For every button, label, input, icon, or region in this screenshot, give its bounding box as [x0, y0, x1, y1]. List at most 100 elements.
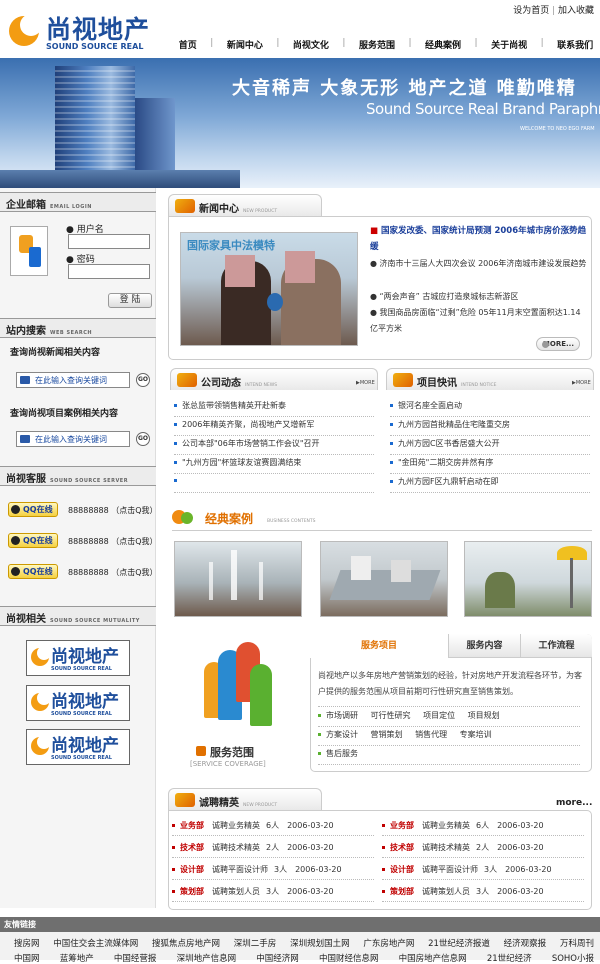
related-logo-link[interactable]: 尚视地产 SOUND SOURCE REAL — [26, 685, 130, 721]
news-search-input[interactable]: 在此输入查询关键词 — [16, 372, 130, 388]
project-news-item[interactable]: 九州方园F区九鼎轩启动在即 — [390, 476, 590, 493]
nav-news[interactable]: 新闻中心 — [227, 38, 263, 52]
company-news-item[interactable]: 公司本部"06年市场营销工作会议"召开 — [174, 438, 374, 455]
friend-link[interactable]: SOHO小报 — [552, 952, 594, 964]
qq-online-button[interactable]: QQ在线 — [8, 564, 58, 579]
service-item[interactable]: 项目规划 — [468, 711, 500, 720]
company-news-item[interactable] — [174, 476, 374, 493]
job-title: 诚聘业务精英 — [422, 821, 470, 830]
service-item[interactable]: 售后服务 — [326, 749, 358, 758]
company-news-item[interactable]: "九州方园"杯篮球友谊赛圆满结束 — [174, 457, 374, 474]
news-photo[interactable]: 国际家具中法模特 — [180, 232, 358, 346]
job-date: 2006-03-20 — [497, 843, 544, 852]
cases-subtitle: BUSINESS CONTENTS — [267, 519, 316, 524]
friend-link[interactable]: 21世纪经济 — [487, 952, 532, 964]
jobs-more-link[interactable]: more... — [556, 798, 592, 808]
friend-link[interactable]: 中国房地产信息网 — [399, 952, 467, 964]
related-logo-link[interactable]: 尚视地产 SOUND SOURCE REAL — [26, 640, 130, 676]
job-row[interactable]: 设计部 诚聘平面设计师 3人 2006-03-20 — [382, 862, 584, 880]
job-title: 诚聘业务精英 — [212, 821, 260, 830]
jobs-list: 业务部 诚聘业务精英 6人 2006-03-20 业务部 诚聘业务精英 6人 2006-03-… — [172, 818, 588, 906]
nav-home[interactable]: 首页 — [179, 38, 197, 52]
nav-culture[interactable]: 尚视文化 — [293, 38, 329, 52]
friend-link[interactable]: 中国经营报 — [114, 952, 157, 964]
login-button[interactable]: 登 陆 — [108, 293, 152, 308]
qq-online-button[interactable]: QQ在线 — [8, 533, 58, 548]
service-item[interactable]: 方案设计 — [326, 730, 358, 739]
job-row[interactable]: 技术部 诚聘技术精英 2人 2006-03-20 — [172, 840, 374, 858]
friend-link[interactable]: 搜房网 — [14, 937, 40, 949]
project-news-item[interactable]: 九州方园首批精品住宅隆重交房 — [390, 419, 590, 436]
service-item[interactable]: 项目定位 — [423, 711, 455, 720]
friend-link[interactable]: 广东房地产网 — [363, 937, 414, 949]
job-dept: 技术部 — [180, 843, 204, 852]
friend-link[interactable]: 中国财经信息网 — [319, 952, 379, 964]
news-headline[interactable]: ■ 国家发改委、国家统计局预测 2006年城市房价涨势趋缓 — [370, 223, 588, 255]
search-section-header: 站内搜索 WEB SEARCH — [0, 318, 156, 338]
friend-link[interactable]: 蓝筹地产 — [60, 952, 94, 964]
nav-cases[interactable]: 经典案例 — [425, 38, 461, 52]
logo-text-en: SOUND SOURCE REAL — [46, 42, 144, 51]
company-news-more[interactable]: ▶MORE — [356, 380, 375, 386]
job-row[interactable]: 技术部 诚聘技术精英 2人 2006-03-20 — [382, 840, 584, 858]
nav-about[interactable]: 关于尚视 — [491, 38, 527, 52]
service-items-row: 市场调研 可行性研究 项目定位 项目规划 — [318, 710, 580, 727]
friend-links-row: 搜房网 中国住交会主流媒体网 搜狐焦点房地产网 深圳二手房 深圳规划国土网 广东房地产网 2… — [0, 937, 600, 949]
job-row[interactable]: 策划部 诚聘策划人员 3人 2006-03-20 — [382, 884, 584, 902]
job-row[interactable]: 设计部 诚聘平面设计师 3人 2006-03-20 — [172, 862, 374, 880]
friend-link[interactable]: 经济观察报 — [504, 937, 547, 949]
service-item[interactable]: 营销策划 — [371, 730, 403, 739]
project-news-more[interactable]: ▶MORE — [572, 380, 591, 386]
job-dept: 策划部 — [180, 887, 204, 896]
news-more-button[interactable]: MORE... — [536, 337, 580, 351]
tab-service-content[interactable]: 服务内容 — [448, 634, 520, 658]
project-search-go-button[interactable]: GO — [136, 432, 150, 446]
nav-contact[interactable]: 联系我们 — [557, 38, 593, 52]
service-item[interactable]: 专案培训 — [460, 730, 492, 739]
project-news-item[interactable]: 银河名座全面启动 — [390, 400, 590, 417]
friend-link[interactable]: 深圳二手房 — [234, 937, 277, 949]
service-item[interactable]: 可行性研究 — [371, 711, 411, 720]
case-photo-fountain[interactable] — [174, 541, 302, 617]
nav-services[interactable]: 服务范围 — [359, 38, 395, 52]
add-favorite-link[interactable]: 加入收藏 — [558, 6, 594, 16]
news-item[interactable]: ● 济南市十三届人大四次会议 2006年济南城市建设发展趋势 — [370, 256, 588, 272]
tab-workflow[interactable]: 工作流程 — [520, 634, 592, 658]
service-item[interactable]: 销售代理 — [415, 730, 447, 739]
password-input[interactable] — [68, 264, 150, 279]
project-search-input[interactable]: 在此输入查询关键词 — [16, 431, 130, 447]
set-homepage-link[interactable]: 设为首页 — [513, 6, 549, 16]
friend-link[interactable]: 中国网 — [14, 952, 40, 964]
job-row[interactable]: 业务部 诚聘业务精英 6人 2006-03-20 — [172, 818, 374, 836]
job-row[interactable]: 策划部 诚聘策划人员 3人 2006-03-20 — [172, 884, 374, 902]
job-row[interactable]: 业务部 诚聘业务精英 6人 2006-03-20 — [382, 818, 584, 836]
job-title: 诚聘技术精英 — [212, 843, 260, 852]
friend-link[interactable]: 中国经济网 — [256, 952, 299, 964]
project-news-item[interactable]: 九州方园C区书香居盛大公开 — [390, 438, 590, 455]
friend-link[interactable]: 中国住交会主流媒体网 — [53, 937, 138, 949]
job-date: 2006-03-20 — [497, 821, 544, 830]
job-dept: 策划部 — [390, 887, 414, 896]
site-logo[interactable]: 尚视地产 SOUND SOURCE REAL — [6, 6, 176, 56]
qq-online-button[interactable]: QQ在线 — [8, 502, 58, 517]
news-item[interactable]: ● “两会声音” 古城应打造泉城标志新游区 — [370, 289, 588, 305]
project-news-item[interactable]: "金田苑"二期交房井然有序 — [390, 457, 590, 474]
friend-links: 搜房网 中国住交会主流媒体网 搜狐焦点房地产网 深圳二手房 深圳规划国土网 广东房地产网 2… — [0, 932, 600, 964]
friend-links-header: 友情链接 — [0, 917, 600, 932]
friend-link[interactable]: 21世纪经济报道 — [428, 937, 490, 949]
friend-link[interactable]: 万科周刊 — [560, 937, 594, 949]
company-news-item[interactable]: 2006年精英齐聚，尚视地产又增新军 — [174, 419, 374, 436]
tab-service-items[interactable]: 服务项目 — [310, 634, 448, 658]
case-photo-plaza[interactable] — [464, 541, 592, 617]
service-item[interactable]: 市场调研 — [326, 711, 358, 720]
username-input[interactable] — [68, 234, 150, 249]
news-item[interactable]: ● 我国商品房面临“过剩”危险 05年11月末空置面积达1.14亿平方米 — [370, 305, 588, 337]
friend-link[interactable]: 深圳地产信息网 — [177, 952, 237, 964]
related-logo-link[interactable]: 尚视地产 SOUND SOURCE REAL — [26, 729, 130, 765]
case-photo-model[interactable] — [320, 541, 448, 617]
company-news-item[interactable]: 张总监带领销售精英开赴新泰 — [174, 400, 374, 417]
news-search-go-button[interactable]: GO — [136, 373, 150, 387]
service-coverage-label-en: [SERVICE COVERAGE] — [190, 760, 266, 768]
friend-link[interactable]: 深圳规划国土网 — [290, 937, 350, 949]
friend-link[interactable]: 搜狐焦点房地产网 — [152, 937, 220, 949]
